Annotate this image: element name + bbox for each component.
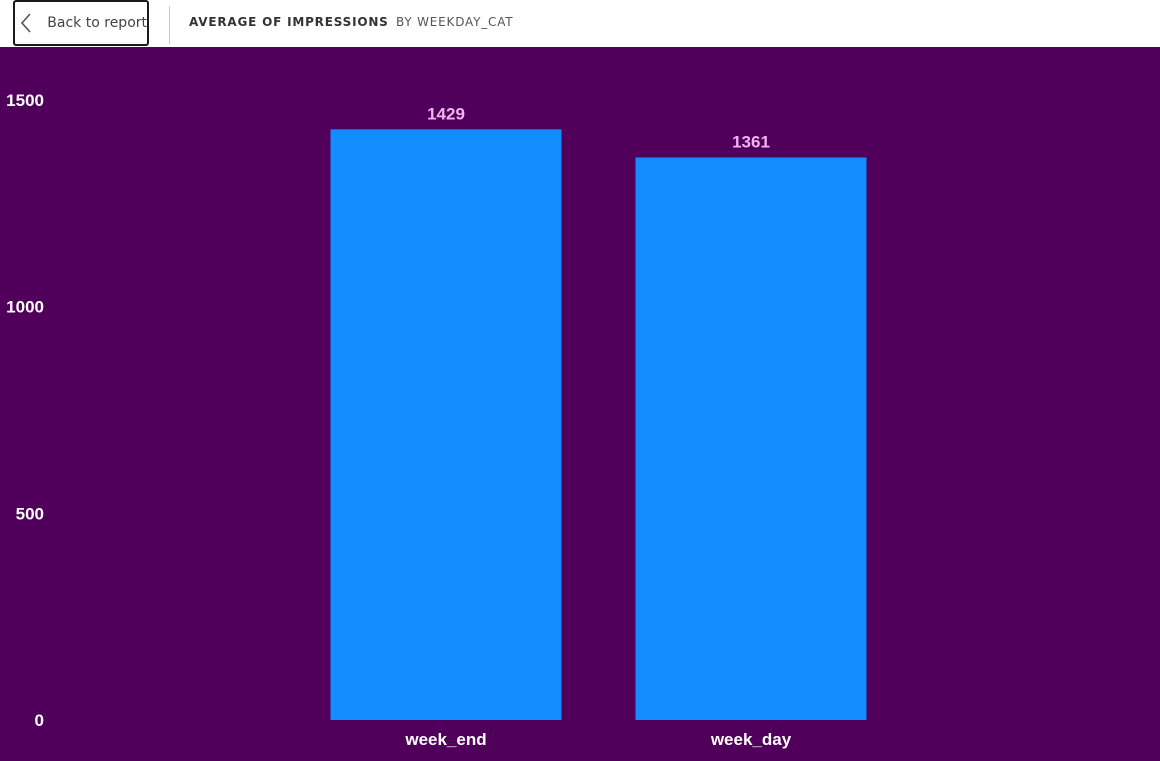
x-tick-label: week_end: [404, 730, 486, 749]
header-divider: [169, 6, 170, 44]
chart-area: 0 500 1000 1500 1429 week_end 1361 week_day: [0, 47, 1160, 761]
x-tick-label: week_day: [710, 730, 792, 749]
chevron-left-icon: [18, 9, 33, 37]
bar-week-day[interactable]: [635, 157, 867, 720]
visual-subtitle: BY WEEKDAY_CAT: [396, 15, 514, 29]
bar-week-end[interactable]: [330, 129, 562, 720]
y-tick-label: 1000: [6, 298, 44, 317]
back-to-report-label: Back to report: [47, 15, 147, 31]
top-bar: Back to report AVERAGE OF IMPRESSIONS BY…: [0, 0, 1160, 47]
visual-title: AVERAGE OF IMPRESSIONS: [189, 15, 389, 29]
bar-chart: 0 500 1000 1500 1429 week_end 1361 week_day: [6, 91, 867, 749]
y-tick-label: 1500: [6, 91, 44, 110]
back-to-report-button[interactable]: Back to report: [13, 0, 149, 46]
data-label: 1361: [732, 132, 770, 151]
y-tick-label: 0: [35, 711, 44, 730]
data-label: 1429: [427, 104, 465, 123]
y-tick-label: 500: [16, 504, 44, 523]
